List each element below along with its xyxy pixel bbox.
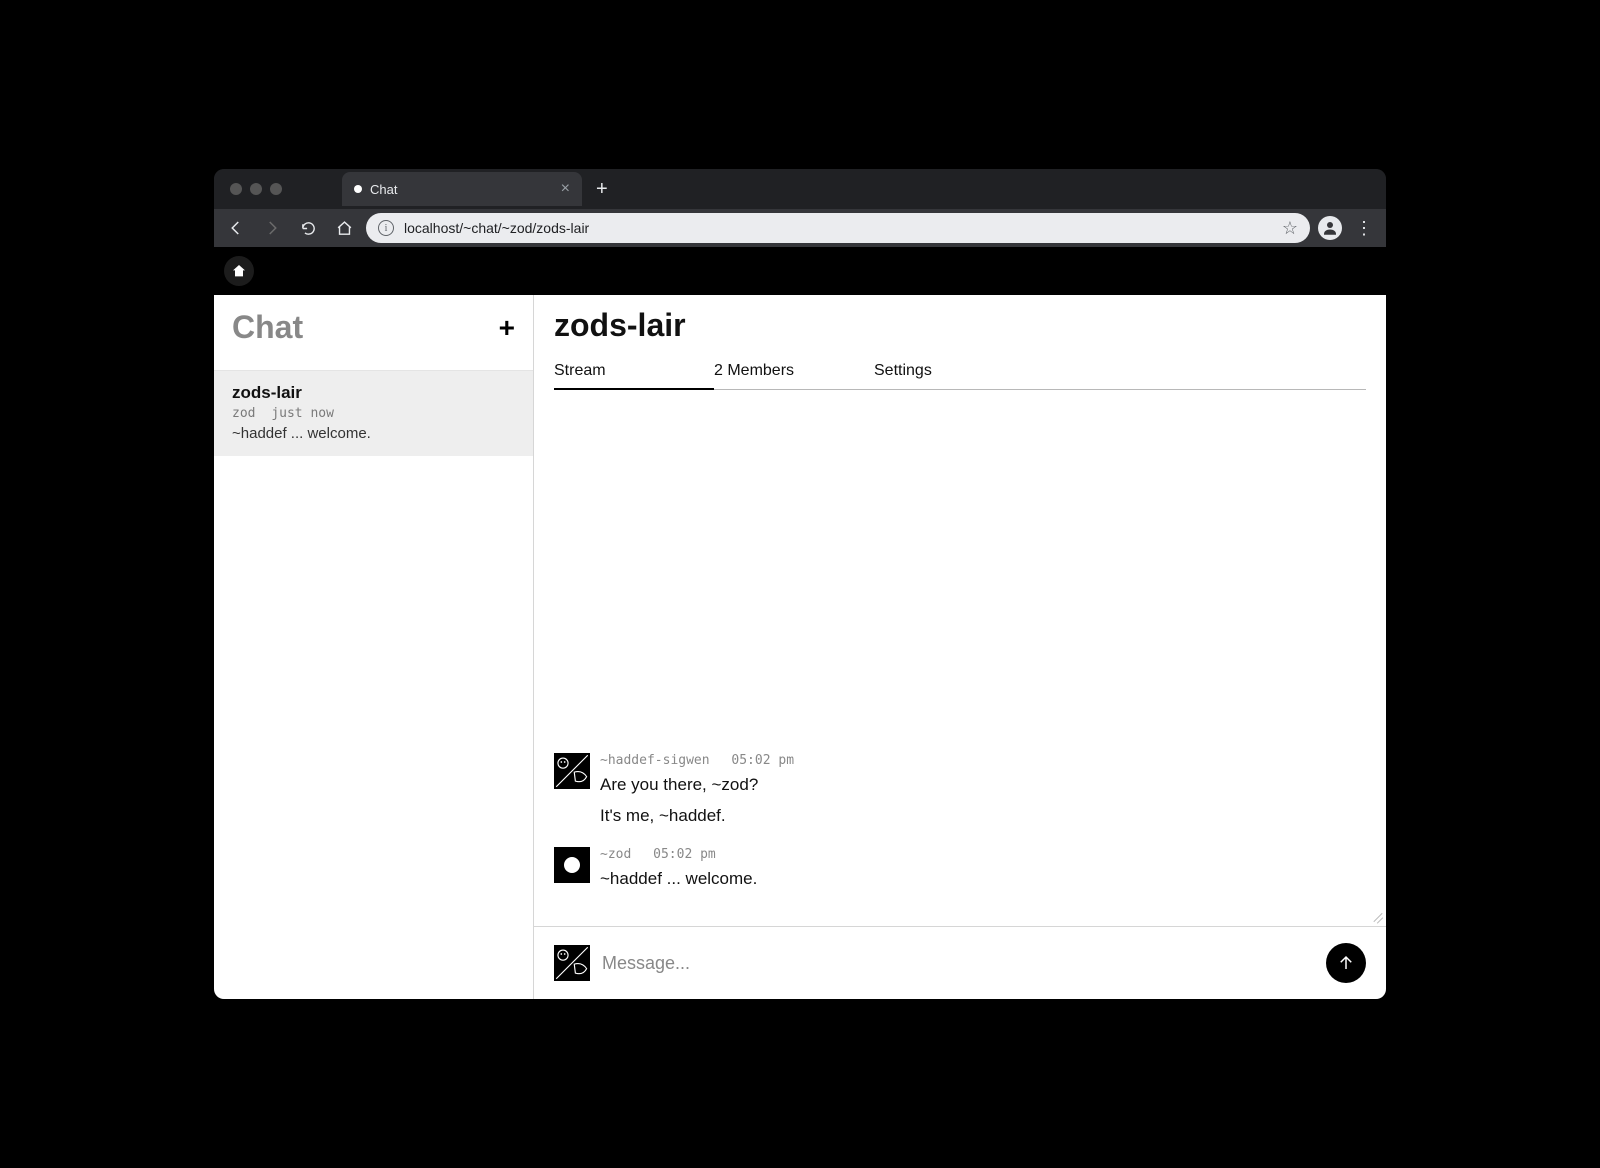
maximize-window-button[interactable] — [270, 183, 282, 195]
forward-button[interactable] — [258, 214, 286, 242]
sidebar: Chat + zods-lair zod just now ~haddef ..… — [214, 295, 534, 999]
message-list: ~haddef-sigwen 05:02 pm Are you there, ~… — [534, 390, 1386, 926]
chat-item-name: zods-lair — [232, 383, 515, 403]
browser-menu-icon[interactable]: ⋮ — [1350, 218, 1378, 239]
reload-button[interactable] — [294, 214, 322, 242]
avatar — [554, 753, 590, 789]
browser-window: Chat × + i localhost/~chat/~zod/zods-lai… — [214, 169, 1386, 999]
message-time: 05:02 pm — [731, 753, 794, 768]
message-meta: ~haddef-sigwen 05:02 pm — [600, 753, 1366, 768]
message: ~haddef-sigwen 05:02 pm Are you there, ~… — [554, 753, 1366, 828]
tab-favicon — [354, 185, 362, 193]
sidebar-title: Chat — [232, 309, 303, 346]
app-header — [214, 247, 1386, 295]
url-text: localhost/~chat/~zod/zods-lair — [404, 220, 1272, 236]
chat-item-time: just now — [271, 406, 334, 421]
new-chat-button[interactable]: + — [499, 312, 515, 344]
bookmark-icon[interactable]: ☆ — [1282, 218, 1298, 239]
composer-avatar — [554, 945, 590, 981]
tab-bar: Chat × + — [214, 169, 1386, 209]
send-button[interactable] — [1326, 943, 1366, 983]
tab-members[interactable]: 2 Members — [714, 354, 874, 389]
sidebar-chat-item[interactable]: zods-lair zod just now ~haddef ... welco… — [214, 371, 533, 456]
main-header: zods-lair Stream 2 Members Settings — [534, 295, 1386, 390]
chat-item-preview: ~haddef ... welcome. — [232, 425, 515, 442]
app-home-button[interactable] — [224, 256, 254, 286]
message-text: It's me, ~haddef. — [600, 802, 1366, 829]
composer — [534, 926, 1386, 999]
message: ~zod 05:02 pm ~haddef ... welcome. — [554, 847, 1366, 892]
message-body: ~zod 05:02 pm ~haddef ... welcome. — [600, 847, 1366, 892]
avatar — [554, 847, 590, 883]
window-controls — [230, 183, 282, 195]
close-window-button[interactable] — [230, 183, 242, 195]
site-info-icon[interactable]: i — [378, 220, 394, 236]
message-time: 05:02 pm — [653, 847, 716, 862]
browser-tab[interactable]: Chat × — [342, 172, 582, 206]
message-text: Are you there, ~zod? — [600, 771, 1366, 798]
home-browser-button[interactable] — [330, 214, 358, 242]
profile-button[interactable] — [1318, 216, 1342, 240]
sidebar-header: Chat + — [214, 295, 533, 371]
tab-stream[interactable]: Stream — [554, 354, 714, 390]
new-tab-button[interactable]: + — [582, 178, 622, 201]
tab-settings[interactable]: Settings — [874, 354, 1034, 389]
chat-item-author: zod — [232, 406, 255, 421]
app-body: Chat + zods-lair zod just now ~haddef ..… — [214, 295, 1386, 999]
tab-title: Chat — [370, 182, 553, 197]
minimize-window-button[interactable] — [250, 183, 262, 195]
message-text: ~haddef ... welcome. — [600, 865, 1366, 892]
message-meta: ~zod 05:02 pm — [600, 847, 1366, 862]
close-tab-icon[interactable]: × — [561, 180, 570, 198]
browser-toolbar: i localhost/~chat/~zod/zods-lair ☆ ⋮ — [214, 209, 1386, 247]
resize-handle-icon[interactable] — [1372, 912, 1384, 924]
message-author: ~zod — [600, 847, 631, 862]
tabs: Stream 2 Members Settings — [554, 354, 1366, 390]
chat-title: zods-lair — [554, 307, 1366, 344]
message-input[interactable] — [602, 953, 1314, 974]
main-panel: zods-lair Stream 2 Members Settings ~had… — [534, 295, 1386, 999]
message-author: ~haddef-sigwen — [600, 753, 710, 768]
message-body: ~haddef-sigwen 05:02 pm Are you there, ~… — [600, 753, 1366, 828]
chat-item-meta: zod just now — [232, 406, 515, 421]
address-bar[interactable]: i localhost/~chat/~zod/zods-lair ☆ — [366, 213, 1310, 243]
back-button[interactable] — [222, 214, 250, 242]
